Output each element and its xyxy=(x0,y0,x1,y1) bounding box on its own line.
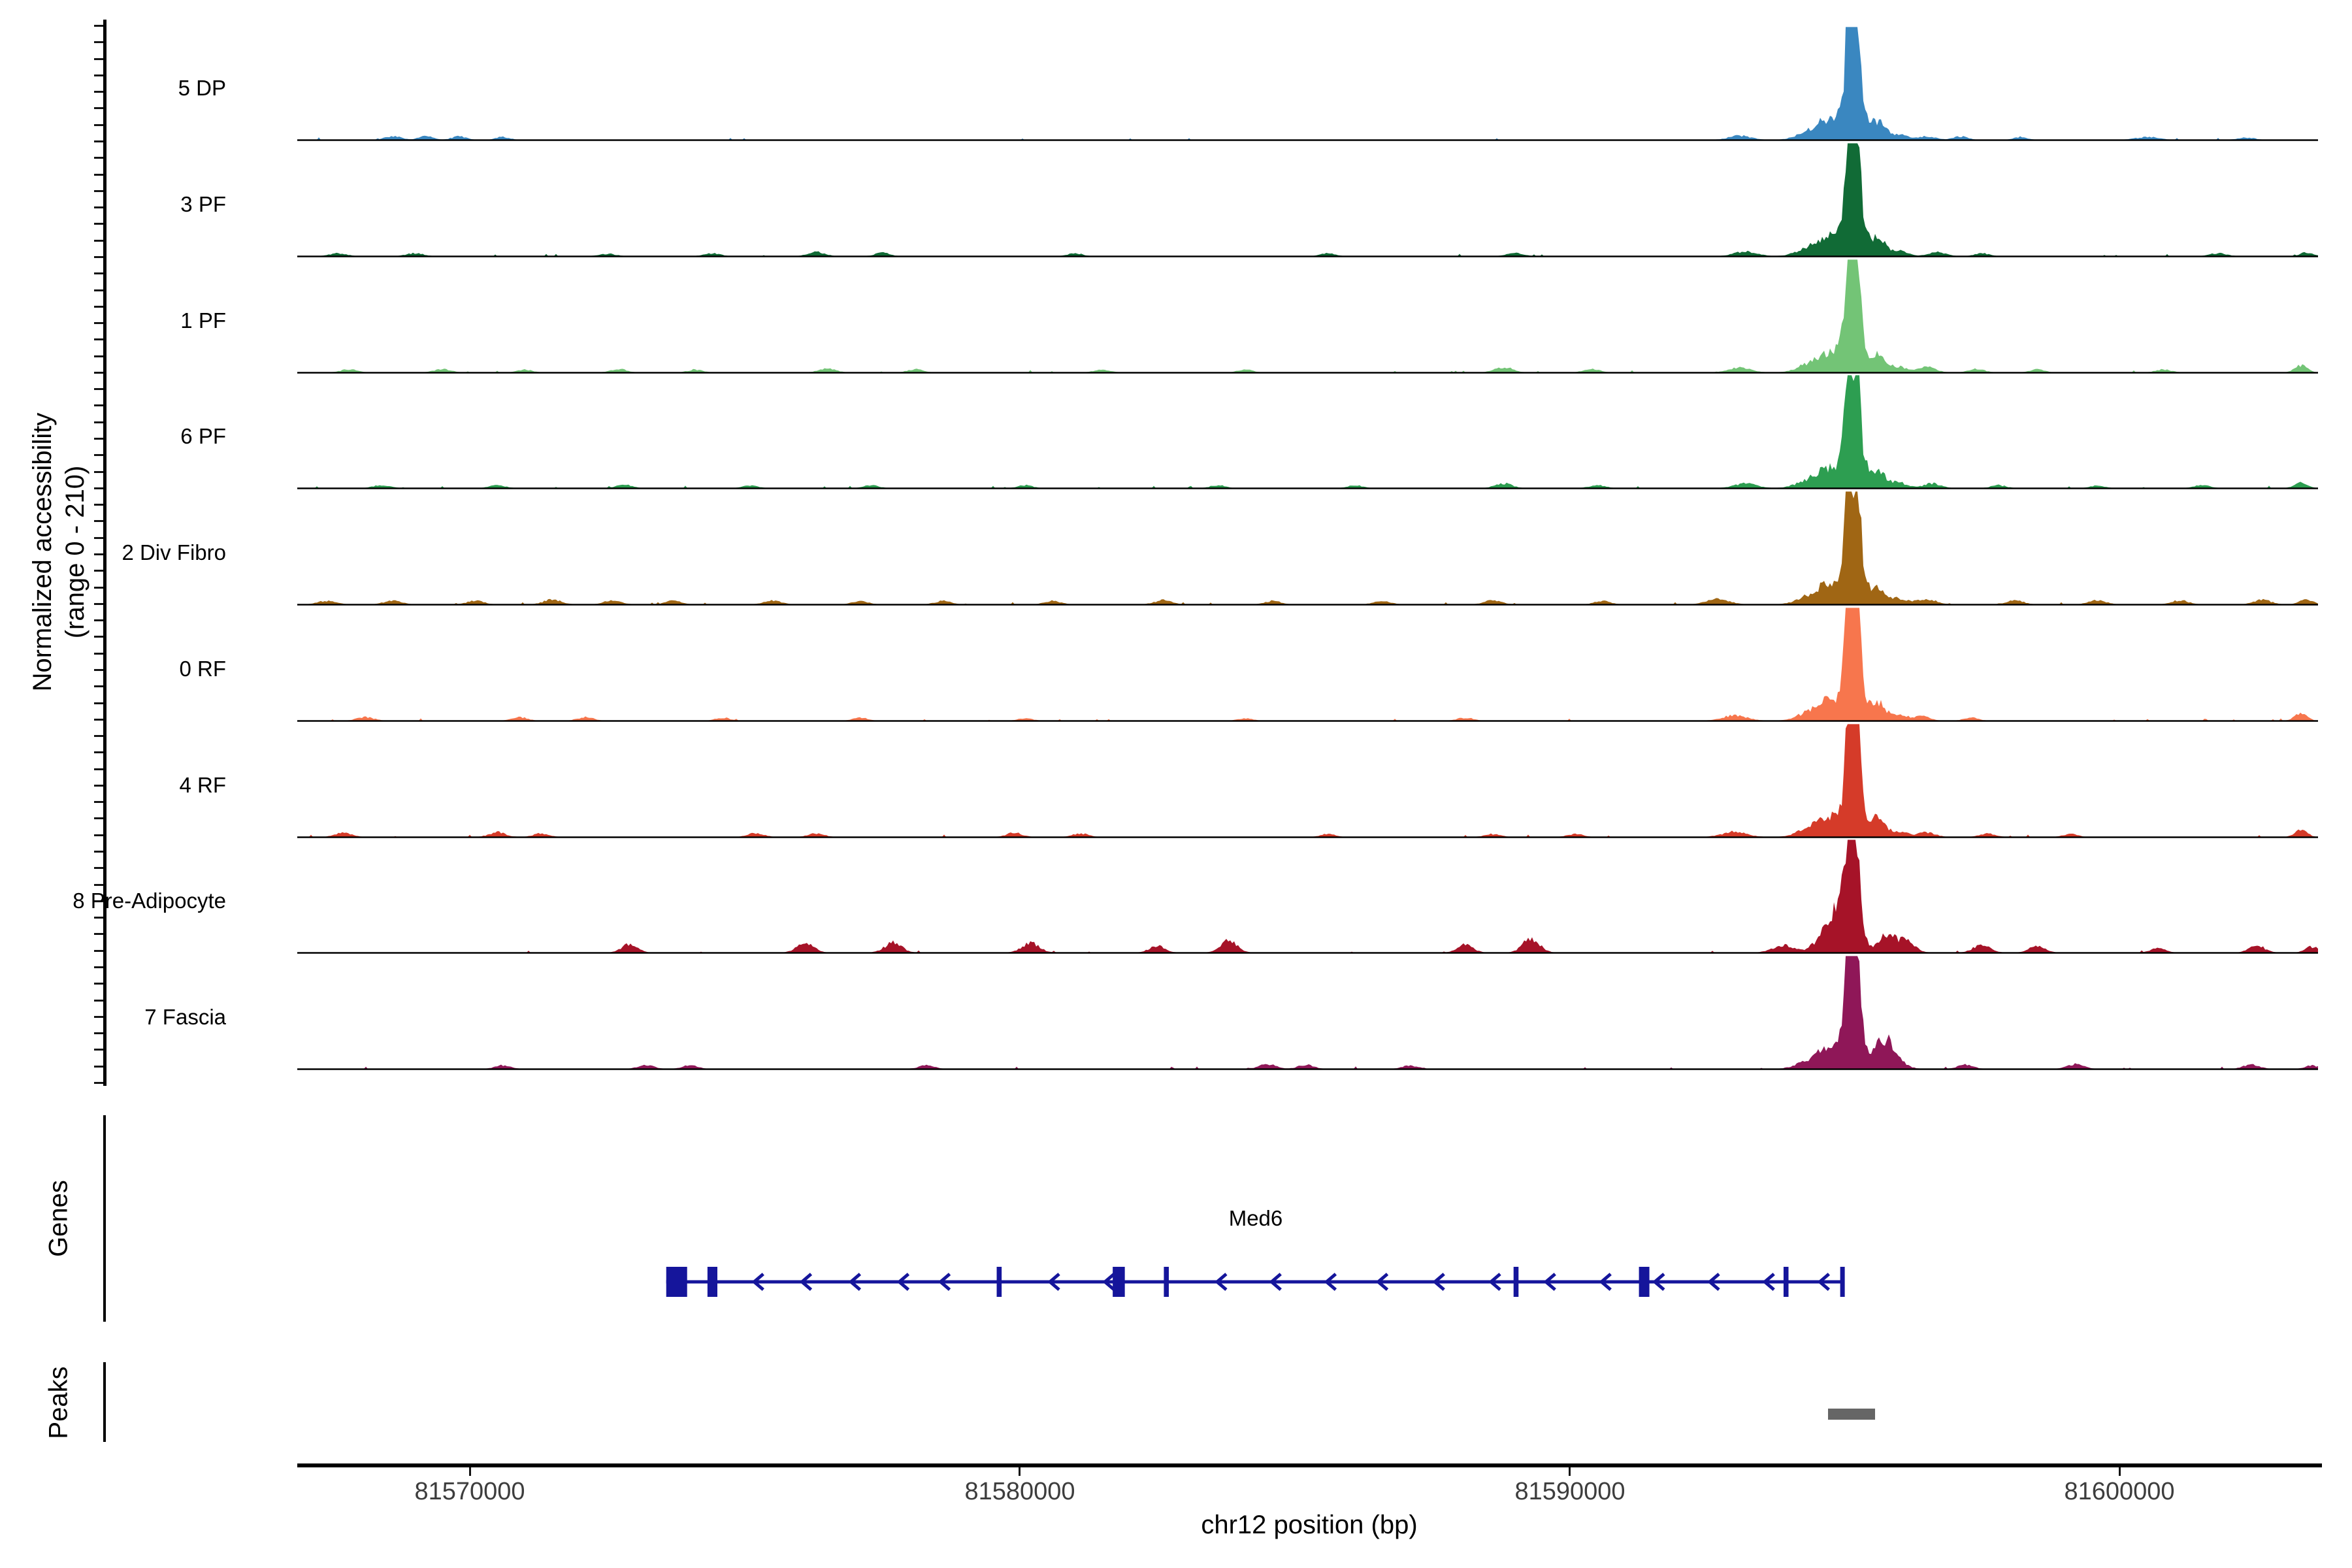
x-axis-tick-label: 81580000 xyxy=(964,1478,1075,1505)
peaks-bracket xyxy=(103,1362,106,1442)
track-signal xyxy=(297,143,2318,257)
track-signal xyxy=(297,27,2318,141)
x-axis-tick-label: 81570000 xyxy=(414,1478,525,1505)
genome-browser-figure: Normalized accessibility (range 0 - 210)… xyxy=(0,0,2352,1568)
x-axis-tick-label: 81590000 xyxy=(1514,1478,1625,1505)
x-axis-tick-label: 81600000 xyxy=(2064,1478,2175,1505)
track-signal xyxy=(297,956,2318,1070)
x-axis-tick xyxy=(1569,1467,1571,1476)
gene-name-label: Med6 xyxy=(1228,1206,1283,1230)
x-axis-title: chr12 position (bp) xyxy=(1201,1511,1418,1539)
y-axis-tick xyxy=(94,1081,103,1084)
track-signal xyxy=(297,375,2318,489)
peak-region xyxy=(1828,1409,1875,1420)
x-axis-line xyxy=(297,1463,2322,1467)
track-signal xyxy=(297,259,2318,374)
track-signal xyxy=(297,723,2318,838)
track-signal xyxy=(297,840,2318,954)
peaks-section-label: Peaks xyxy=(44,1366,73,1439)
x-axis-tick xyxy=(469,1467,471,1476)
gene-track xyxy=(666,1267,1845,1297)
genes-section-label: Genes xyxy=(44,1180,73,1257)
track-signal xyxy=(297,491,2318,606)
track-signal xyxy=(297,608,2318,722)
x-axis-tick xyxy=(2119,1467,2121,1476)
x-axis-tick xyxy=(1019,1467,1021,1476)
